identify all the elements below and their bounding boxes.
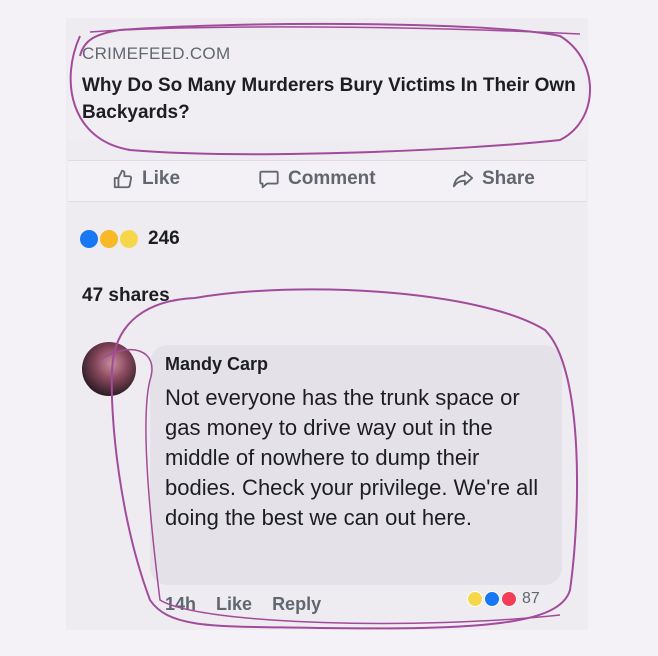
comment-label: Comment bbox=[288, 168, 376, 189]
comment-text: Not everyone has the trunk space or gas … bbox=[165, 385, 539, 530]
comment-bubble-icon bbox=[259, 170, 279, 189]
reaction-count: 246 bbox=[148, 228, 180, 249]
comment-like-button[interactable]: Like bbox=[216, 594, 252, 615]
link-source: CRIMEFEED.COM bbox=[82, 44, 231, 63]
comment-timestamp[interactable]: 14h bbox=[165, 594, 196, 615]
haha-reaction-icon bbox=[120, 230, 138, 248]
like-reaction-icon bbox=[80, 230, 98, 248]
post-action-bar: Like Comment Share bbox=[68, 160, 586, 202]
comment-reply-button[interactable]: Reply bbox=[272, 594, 321, 615]
link-headline[interactable]: Why Do So Many Murderers Bury Victims In… bbox=[82, 72, 577, 126]
thumbs-up-icon bbox=[113, 169, 133, 189]
comment-author[interactable]: Mandy Carp bbox=[165, 354, 268, 375]
share-button[interactable]: Share bbox=[452, 168, 535, 190]
share-label: Share bbox=[482, 168, 535, 189]
share-arrow-icon bbox=[452, 170, 474, 188]
comment-meta: 14h Like Reply bbox=[165, 594, 321, 615]
like-button[interactable]: Like bbox=[112, 168, 180, 190]
like-reaction-icon bbox=[484, 591, 500, 607]
haha-reaction-icon bbox=[467, 591, 483, 607]
like-label: Like bbox=[142, 168, 181, 189]
comment-button[interactable]: Comment bbox=[258, 168, 376, 190]
avatar[interactable] bbox=[82, 342, 136, 396]
comment-reactions[interactable]: 87 bbox=[467, 590, 540, 608]
post-reactions[interactable]: 246 bbox=[80, 228, 180, 250]
wow-reaction-icon bbox=[100, 230, 118, 248]
shares-count[interactable]: 47 shares bbox=[82, 285, 170, 307]
love-reaction-icon bbox=[501, 591, 517, 607]
comment-reaction-count: 87 bbox=[522, 590, 540, 607]
